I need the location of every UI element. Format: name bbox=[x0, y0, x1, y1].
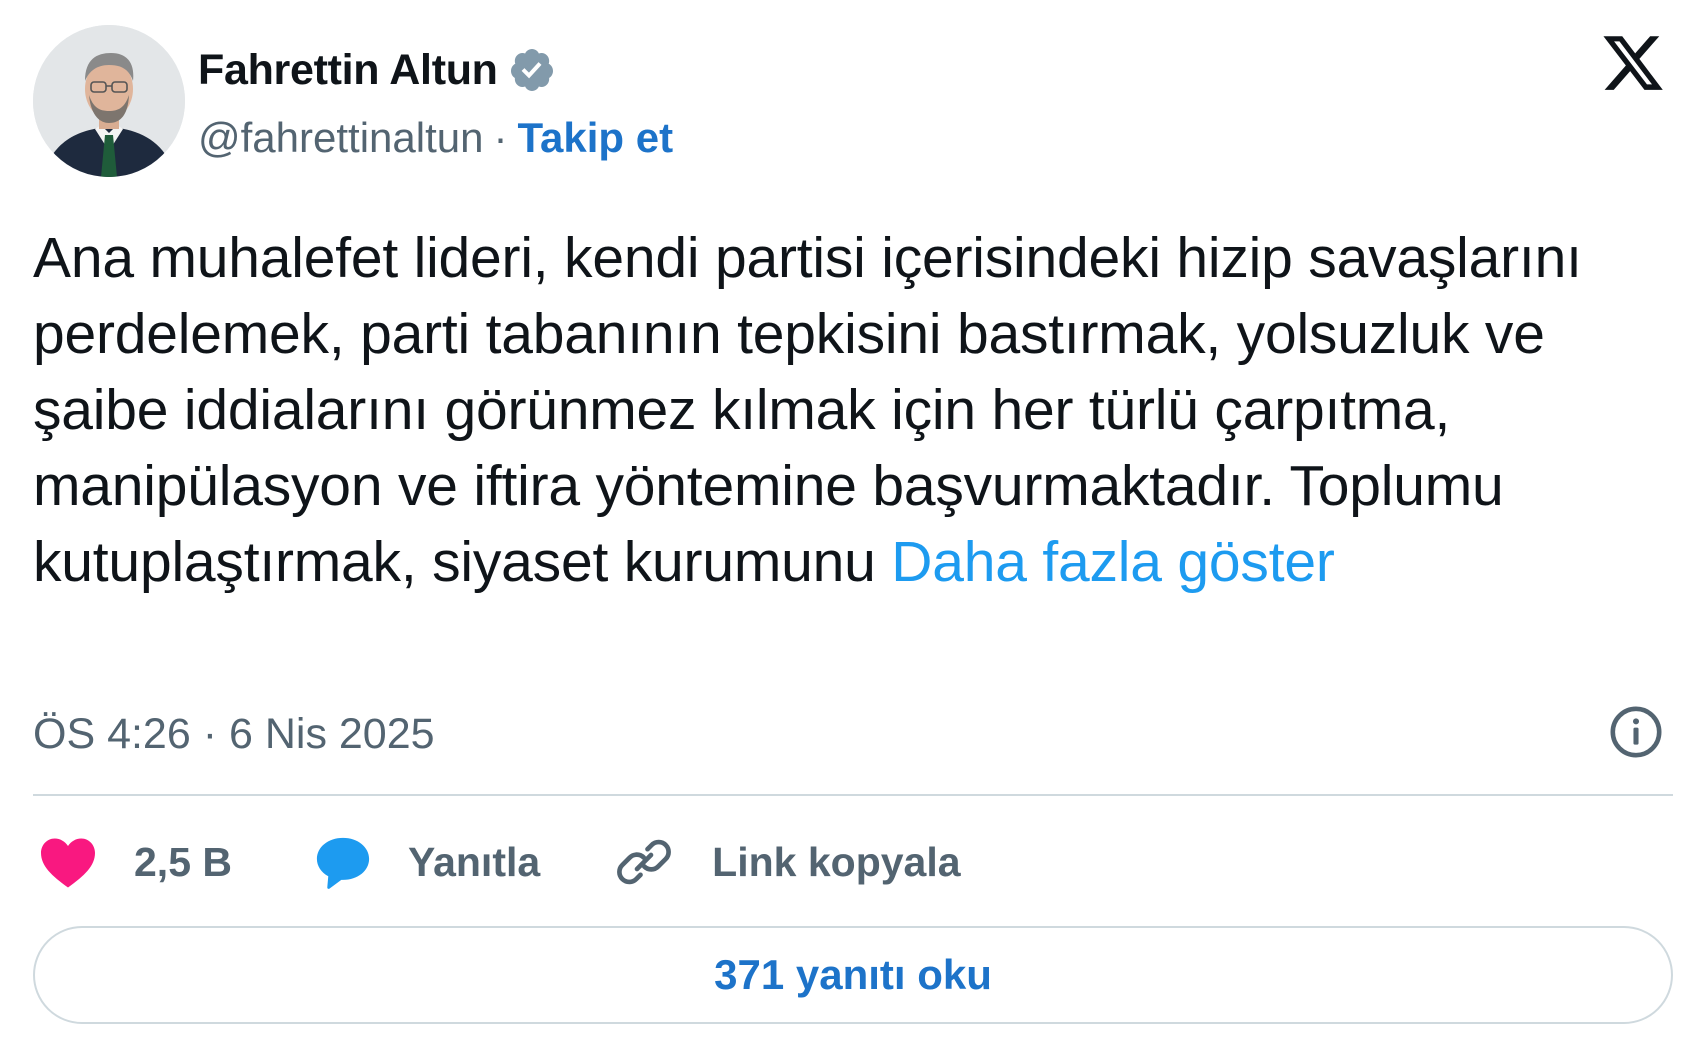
like-count: 2,5 B bbox=[134, 838, 232, 885]
handle-row: @fahrettinaltun · Takip et bbox=[198, 112, 673, 164]
author-handle[interactable]: @fahrettinaltun bbox=[198, 114, 483, 162]
tweet-text: Ana muhalefet lideri, kendi partisi içer… bbox=[33, 220, 1683, 600]
author-name[interactable]: Fahrettin Altun bbox=[198, 46, 498, 95]
divider bbox=[33, 794, 1673, 796]
reply-bubble-icon bbox=[316, 837, 370, 889]
copy-link-button[interactable]: Link kopyala bbox=[616, 834, 961, 890]
author-name-row: Fahrettin Altun bbox=[198, 44, 556, 96]
read-replies-label: 371 yanıtı oku bbox=[714, 951, 992, 998]
avatar[interactable] bbox=[33, 25, 185, 177]
reply-label: Yanıtla bbox=[408, 838, 541, 885]
like-button[interactable]: 2,5 B bbox=[38, 834, 232, 890]
follow-link[interactable]: Takip et bbox=[517, 114, 673, 162]
embedded-tweet-card: Fahrettin Altun @fahrettinaltun · Takip … bbox=[0, 0, 1700, 1045]
x-logo-icon[interactable] bbox=[1598, 30, 1668, 96]
read-replies-button[interactable]: 371 yanıtı oku bbox=[33, 926, 1673, 1024]
verified-badge-icon bbox=[508, 46, 556, 94]
info-icon[interactable] bbox=[1607, 703, 1665, 761]
copy-link-label: Link kopyala bbox=[712, 838, 961, 885]
tweet-body: Ana muhalefet lideri, kendi partisi içer… bbox=[33, 226, 1582, 594]
reply-button[interactable]: Yanıtla bbox=[314, 834, 540, 890]
heart-icon bbox=[41, 838, 95, 888]
separator-dot: · bbox=[493, 114, 508, 161]
link-icon bbox=[617, 839, 672, 885]
tweet-timestamp[interactable]: ÖS 4:26 · 6 Nis 2025 bbox=[33, 706, 435, 762]
show-more-link[interactable]: Daha fazla göster bbox=[891, 530, 1335, 594]
action-bar: 2,5 B Yanıtla Link kopyala bbox=[38, 828, 961, 896]
avatar-photo bbox=[33, 25, 185, 177]
